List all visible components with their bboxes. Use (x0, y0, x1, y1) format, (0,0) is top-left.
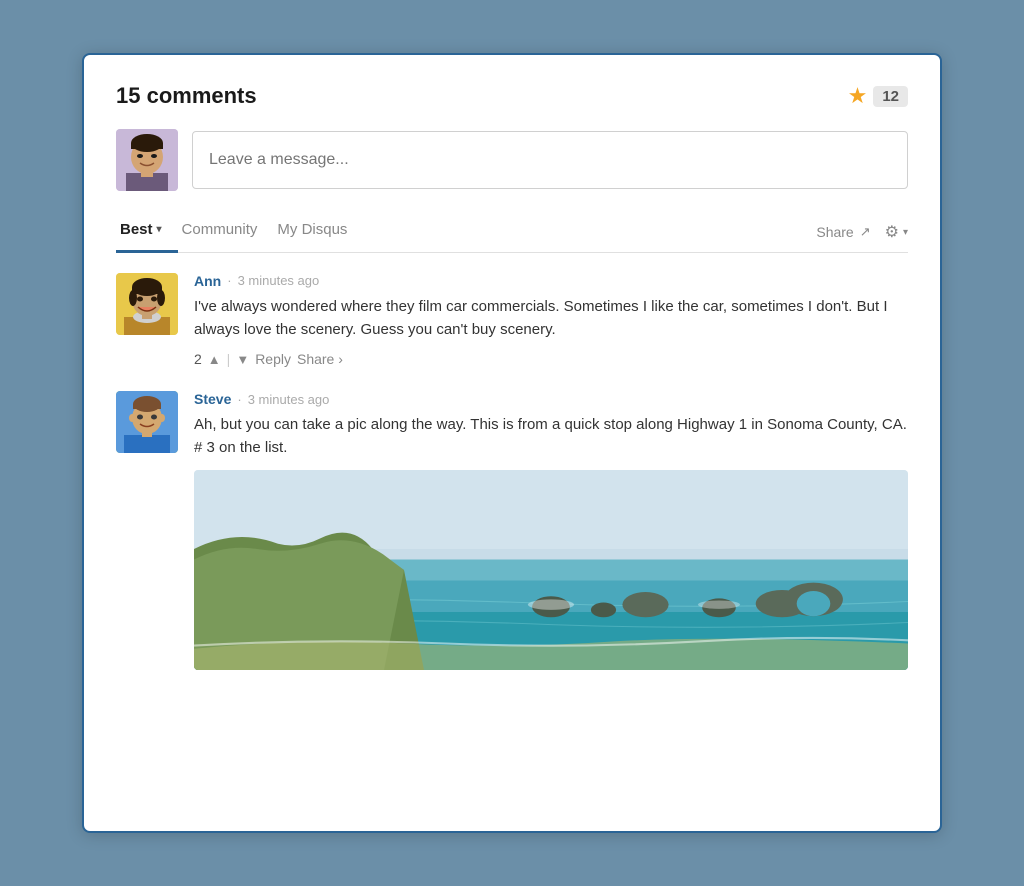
share-icon: ↗︎ (860, 224, 871, 240)
tab-best-label: Best (120, 221, 153, 238)
ann-divider: | (227, 351, 231, 367)
ann-vote-up[interactable]: ▲ (208, 352, 221, 367)
ann-actions: 2 ▲ | ▼ Reply Share › (194, 351, 908, 367)
gear-icon: ⚙ (885, 222, 899, 242)
tab-mydisqus-label: My Disqus (277, 221, 347, 238)
comments-widget: 15 comments ★ 12 (82, 53, 942, 833)
ann-dot: · (227, 273, 231, 288)
comment-steve: Steve · 3 minutes ago Ah, but you can ta… (116, 391, 908, 670)
star-area: ★ 12 (848, 83, 908, 109)
ann-reply-button[interactable]: Reply (255, 351, 291, 367)
comments-count: 15 comments (116, 83, 257, 109)
tab-community[interactable]: Community (178, 213, 274, 253)
tab-best[interactable]: Best ▾ (116, 213, 178, 253)
comment-ann: Ann · 3 minutes ago I've always wondered… (116, 273, 908, 368)
steve-text: Ah, but you can take a pic along the way… (194, 413, 908, 460)
tabs-actions: Share ↗︎ ⚙ ▾ (816, 222, 908, 242)
current-user-avatar (116, 129, 178, 191)
share-label: Share (816, 224, 853, 240)
steve-comment-body: Steve · 3 minutes ago Ah, but you can ta… (194, 391, 908, 670)
tab-mydisqus[interactable]: My Disqus (273, 213, 363, 253)
ann-author: Ann (194, 273, 221, 289)
message-input[interactable] (192, 131, 908, 189)
coastal-image (194, 470, 908, 670)
tab-community-label: Community (182, 221, 258, 238)
ann-text: I've always wondered where they film car… (194, 295, 908, 342)
steve-author: Steve (194, 391, 231, 407)
ann-vote-count: 2 (194, 351, 202, 367)
steve-dot: · (237, 392, 241, 407)
star-count: 12 (873, 86, 908, 107)
tab-best-chevron: ▾ (157, 224, 162, 235)
tab-group: Best ▾ Community My Disqus (116, 213, 816, 252)
settings-chevron: ▾ (903, 227, 908, 238)
ann-avatar (116, 273, 178, 335)
ann-comment-body: Ann · 3 minutes ago I've always wondered… (194, 273, 908, 368)
steve-time: 3 minutes ago (248, 392, 330, 407)
comments-header: 15 comments ★ 12 (116, 83, 908, 109)
ann-vote-down[interactable]: ▼ (236, 352, 249, 367)
tabs-row: Best ▾ Community My Disqus Share ↗︎ ⚙ ▾ (116, 213, 908, 253)
star-icon[interactable]: ★ (848, 83, 868, 109)
ann-meta: Ann · 3 minutes ago (194, 273, 908, 289)
settings-button[interactable]: ⚙ ▾ (885, 222, 908, 242)
ann-time: 3 minutes ago (238, 273, 320, 288)
steve-meta: Steve · 3 minutes ago (194, 391, 908, 407)
ann-share-link[interactable]: Share › (297, 351, 343, 367)
compose-area (116, 129, 908, 191)
share-button[interactable]: Share ↗︎ (816, 224, 870, 240)
steve-avatar (116, 391, 178, 453)
